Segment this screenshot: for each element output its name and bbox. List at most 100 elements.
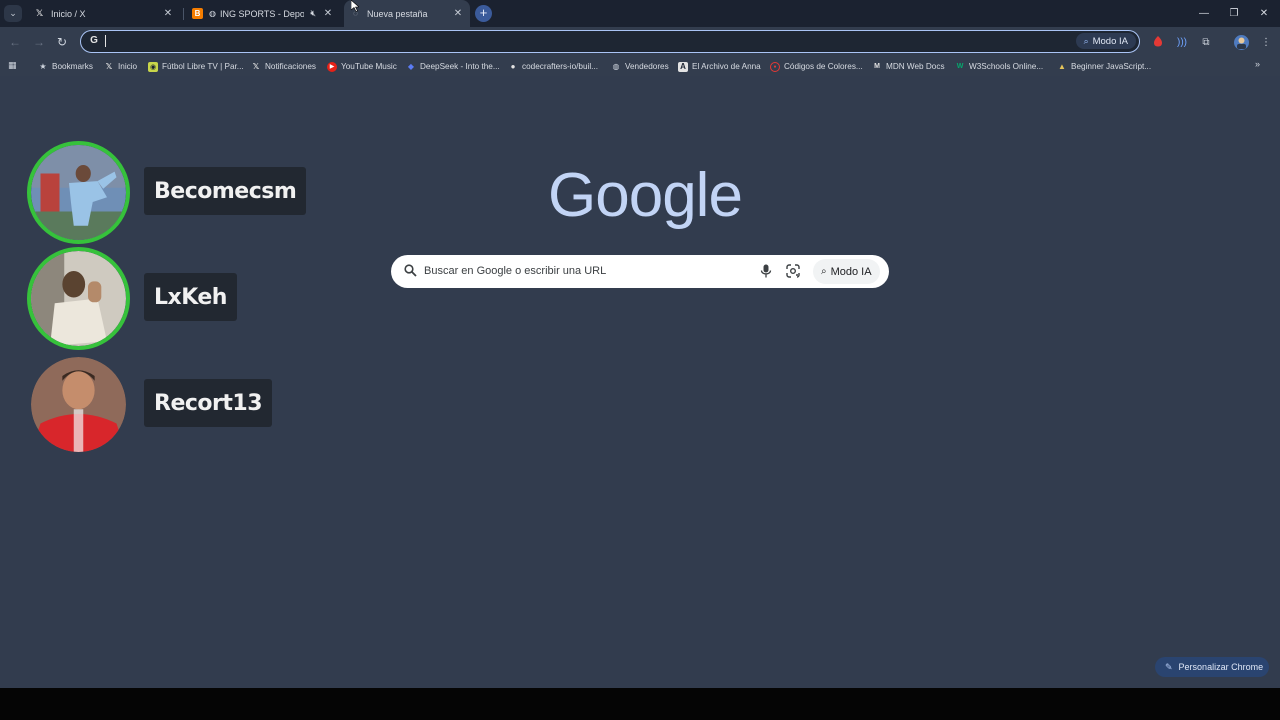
more-bookmarks-icon[interactable]: » — [1255, 59, 1260, 69]
text-caret — [105, 35, 106, 47]
x-logo-icon: 𝕏 — [105, 62, 113, 71]
apps-grid-icon[interactable]: ▦ — [8, 60, 19, 71]
search-icon — [404, 264, 418, 278]
avatar — [27, 141, 130, 244]
bookmark-codigos-colores[interactable]: ● Códigos de Colores... — [770, 57, 863, 76]
tab-strip: ⌄ 𝕏 Inicio / X ✕ B ◍ ING SPORTS - Deport… — [0, 0, 1280, 27]
bookmark-label: Códigos de Colores... — [784, 62, 863, 71]
google-lens-icon[interactable] — [786, 264, 800, 278]
js-icon: ▲ — [1058, 62, 1066, 71]
ai-search-icon: ⌕ — [821, 266, 827, 277]
youtube-music-icon: ▶ — [327, 61, 337, 72]
w3schools-icon: W — [956, 63, 964, 70]
avatar — [31, 357, 126, 452]
x-logo-icon: 𝕏 — [35, 8, 44, 18]
bottom-bar — [0, 688, 1280, 720]
bookmark-label: W3Schools Online... — [969, 62, 1044, 71]
star-icon: ★ — [39, 62, 47, 71]
close-icon[interactable]: ✕ — [162, 8, 174, 19]
google-g-icon: G — [90, 35, 98, 46]
mdn-icon: M — [874, 63, 880, 70]
bookmark-deepseek[interactable]: ◆ DeepSeek - Into the... — [406, 57, 500, 76]
bookmark-label: Notificaciones — [265, 62, 316, 71]
restore-button[interactable]: ❐ — [1218, 0, 1250, 27]
tab-title: Nueva pestaña — [367, 8, 428, 19]
deepseek-icon: ◆ — [407, 62, 415, 71]
bookmark-inicio[interactable]: 𝕏 Inicio — [104, 57, 137, 76]
tab-ing-sports[interactable]: B ◍ ING SPORTS - Deportes 🔇︎ ✕ — [188, 0, 338, 27]
bookmark-label: codecrafters-io/buil... — [522, 62, 598, 71]
bookmark-vendedores[interactable]: ◍ Vendedores — [611, 57, 669, 76]
pencil-icon: ✎ — [1165, 661, 1173, 672]
bookmark-label: El Archivo de Anna — [692, 62, 761, 71]
bookmark-label: DeepSeek - Into the... — [420, 62, 500, 71]
github-icon: ● — [510, 62, 516, 71]
google-search-box[interactable]: ⌕ Modo IA — [391, 255, 889, 288]
bookmark-beginner-js[interactable]: ▲ Beginner JavaScript... — [1057, 57, 1151, 76]
address-input[interactable] — [109, 33, 1009, 49]
ai-mode-label: Modo IA — [1092, 35, 1128, 47]
bookmark-label: Bookmarks — [52, 62, 93, 71]
browser-toolbar: ← → ↻ G ⌕ Modo IA ))) ⧉ ⋮ — [0, 27, 1280, 57]
omnibox-ai-mode-button[interactable]: ⌕ Modo IA — [1075, 33, 1136, 49]
globe-icon: ◍ — [209, 9, 216, 18]
forward-button[interactable]: → — [30, 33, 48, 51]
soccer-player-image — [31, 357, 126, 452]
futbol-icon: ◉ — [148, 61, 158, 72]
streamer-name: LxKeh — [144, 273, 237, 321]
bookmark-youtube-music[interactable]: ▶ YouTube Music — [327, 57, 397, 76]
avatar — [27, 247, 130, 350]
extension-red-icon[interactable] — [1150, 34, 1166, 50]
bookmarks-bar: ▦ ★ Bookmarks 𝕏 Inicio ◉ Fútbol Libre TV… — [0, 57, 1280, 76]
bookmark-mdn[interactable]: M MDN Web Docs — [872, 57, 945, 76]
x-logo-icon: 𝕏 — [252, 62, 260, 71]
tab-nueva-pestana[interactable]: ◌ Nueva pestaña ✕ — [344, 0, 470, 27]
bookmark-label: Vendedores — [625, 62, 669, 71]
muted-speaker-icon[interactable]: 🔇︎ — [310, 8, 316, 19]
customize-label: Personalizar Chrome — [1178, 662, 1264, 672]
reload-button[interactable]: ↻ — [53, 33, 71, 51]
streamer-name: Recort13 — [144, 379, 272, 427]
bookmark-codecrafters[interactable]: ● codecrafters-io/buil... — [508, 57, 598, 76]
person-image — [31, 251, 126, 346]
mouse-cursor-icon — [351, 0, 359, 12]
new-tab-page: Google ⌕ Modo IA — [0, 76, 1280, 688]
close-icon[interactable]: ✕ — [322, 8, 334, 19]
chevron-down-icon: ⌄ — [9, 8, 17, 18]
bookmark-label: YouTube Music — [341, 62, 397, 71]
address-bar[interactable]: G ⌕ Modo IA — [80, 30, 1140, 53]
tab-title: Inicio / X — [51, 8, 86, 19]
close-window-button[interactable]: ✕ — [1248, 0, 1280, 27]
tab-search-button[interactable]: ⌄ — [4, 5, 22, 22]
bookmark-w3schools[interactable]: W W3Schools Online... — [955, 57, 1044, 76]
anna-icon: A — [678, 61, 688, 72]
bookmark-label: Fútbol Libre TV | Par... — [162, 62, 244, 71]
tab-title: ING SPORTS - Deportes — [219, 8, 305, 19]
color-icon: ● — [770, 61, 780, 72]
ai-search-icon: ⌕ — [1083, 35, 1089, 46]
minimize-button[interactable]: — — [1188, 0, 1220, 27]
bookmark-archivo-anna[interactable]: A El Archivo de Anna — [678, 57, 761, 76]
ai-mode-button[interactable]: ⌕ Modo IA — [813, 259, 880, 284]
microphone-icon[interactable] — [760, 264, 772, 278]
bookmark-futbol-libre[interactable]: ◉ Fútbol Libre TV | Par... — [148, 57, 244, 76]
bookmark-bookmarks[interactable]: ★ Bookmarks — [38, 57, 93, 76]
back-button[interactable]: ← — [6, 33, 24, 51]
extensions-puzzle-icon[interactable]: ⧉ — [1198, 34, 1214, 50]
close-icon[interactable]: ✕ — [452, 8, 464, 19]
menu-kebab-icon[interactable]: ⋮ — [1258, 34, 1274, 50]
globe-icon: ◍ — [612, 62, 620, 71]
bookmark-label: Inicio — [118, 62, 138, 71]
streamer-name: Becomecsm — [144, 167, 307, 215]
profile-avatar[interactable] — [1233, 34, 1249, 50]
google-search-input[interactable] — [424, 261, 744, 281]
customize-chrome-button[interactable]: ✎ Personalizar Chrome — [1155, 657, 1269, 677]
new-tab-button[interactable]: + — [475, 5, 492, 22]
blogger-logo-icon: B — [192, 8, 203, 19]
tab-inicio-x[interactable]: 𝕏 Inicio / X ✕ — [30, 0, 178, 27]
google-logo: Google — [548, 161, 743, 230]
read-aloud-icon[interactable]: ))) — [1174, 34, 1190, 50]
bookmark-notificaciones[interactable]: 𝕏 Notificaciones — [251, 57, 316, 76]
bookmark-label: MDN Web Docs — [886, 62, 945, 71]
soccer-player-image — [31, 145, 126, 240]
